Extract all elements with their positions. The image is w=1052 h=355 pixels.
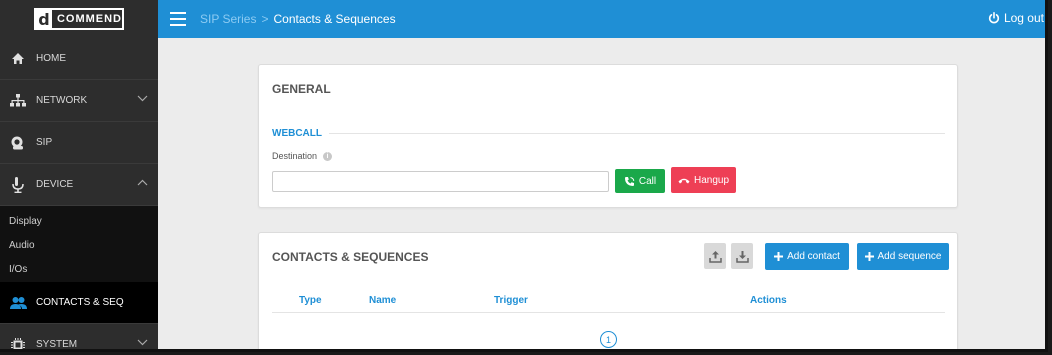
download-icon [735, 250, 749, 263]
breadcrumb: SIP Series > Contacts & Sequences [200, 12, 396, 26]
add-sequence-label: Add sequence [877, 251, 942, 262]
sidebar-subitem-audio[interactable]: Audio [0, 234, 158, 258]
sidebar-item-sip[interactable]: SIP [0, 122, 158, 164]
logo-text: COMMEND [56, 13, 122, 25]
sidebar-item-device[interactable]: DEVICE [0, 164, 158, 206]
chevron-up-icon[interactable] [137, 178, 148, 189]
webcall-title: WEBCALL [272, 128, 322, 139]
add-sequence-button[interactable]: Add sequence [857, 243, 949, 270]
logo-mark: d [36, 10, 52, 29]
sidebar-item-home[interactable]: HOME [0, 38, 158, 80]
hangup-button[interactable]: Hangup [671, 167, 736, 193]
commend-logo[interactable]: d COMMEND [34, 8, 124, 30]
network-icon [9, 93, 27, 109]
destination-label: Destination i [272, 151, 333, 161]
upload-button[interactable] [704, 243, 726, 269]
divider [329, 133, 945, 134]
plus-icon [774, 252, 784, 261]
sidebar-subitem-display[interactable]: Display [0, 210, 158, 234]
pagination-page[interactable]: 1 [600, 331, 617, 348]
add-contact-button[interactable]: Add contact [765, 243, 849, 270]
hamburger-menu-icon[interactable] [170, 12, 186, 26]
column-header-type[interactable]: Type [299, 295, 322, 306]
contacts-title: CONTACTS & SEQUENCES [272, 250, 429, 264]
column-header-trigger[interactable]: Trigger [494, 295, 528, 306]
chevron-down-icon[interactable] [137, 338, 148, 349]
plus-icon [864, 252, 874, 261]
sidebar-subitem-ios[interactable]: I/Os [0, 258, 158, 282]
breadcrumb-current: Contacts & Sequences [273, 12, 396, 26]
device-submenu: Display Audio I/Os [0, 206, 158, 282]
sidebar-item-label: HOME [36, 53, 66, 64]
call-button[interactable]: Call [615, 169, 665, 193]
sidebar-item-label: SYSTEM [36, 339, 78, 350]
column-header-actions: Actions [750, 295, 787, 306]
logout-button[interactable]: Log out [988, 11, 1044, 25]
general-card: GENERAL WEBCALL Destination i Call Hangu… [258, 64, 958, 208]
breadcrumb-separator: > [261, 12, 269, 26]
device-icon [9, 176, 27, 193]
download-button[interactable] [731, 243, 753, 269]
info-icon[interactable]: i [323, 151, 333, 161]
general-title: GENERAL [272, 82, 331, 96]
table-divider [272, 312, 945, 313]
call-label: Call [638, 175, 657, 187]
top-bar: SIP Series > Contacts & Sequences Log ou… [158, 0, 1045, 38]
destination-label-text: Destination [272, 151, 318, 161]
sidebar: d COMMEND HOME NETWORK SIP DEVICE Displa… [0, 0, 158, 350]
breadcrumb-root[interactable]: SIP Series [200, 12, 256, 26]
system-icon [9, 337, 27, 349]
contacts-card: CONTACTS & SEQUENCES Add contact Add seq… [258, 232, 958, 349]
power-icon [988, 12, 999, 24]
contacts-icon [9, 295, 27, 311]
sidebar-item-label: CONTACTS & SEQ [36, 297, 124, 308]
sidebar-item-label: DEVICE [36, 179, 74, 190]
logo-bar: d COMMEND [0, 0, 158, 38]
column-header-name[interactable]: Name [369, 295, 396, 306]
upload-icon [708, 250, 722, 263]
hangup-icon [678, 178, 690, 183]
hangup-label: Hangup [693, 174, 730, 186]
sidebar-item-label: SIP [36, 137, 53, 148]
phone-icon [624, 176, 635, 186]
sip-icon [9, 135, 27, 151]
app-window: d COMMEND HOME NETWORK SIP DEVICE Displa… [0, 0, 1048, 352]
sidebar-item-label: NETWORK [36, 95, 88, 106]
sidebar-item-system[interactable]: SYSTEM [0, 324, 158, 350]
logout-label: Log out [1003, 11, 1044, 25]
sidebar-item-network[interactable]: NETWORK [0, 80, 158, 122]
chevron-down-icon[interactable] [137, 94, 148, 105]
sidebar-item-contacts[interactable]: CONTACTS & SEQ [0, 282, 158, 324]
add-contact-label: Add contact [787, 251, 840, 262]
home-icon [9, 51, 27, 67]
destination-input[interactable] [272, 171, 609, 192]
